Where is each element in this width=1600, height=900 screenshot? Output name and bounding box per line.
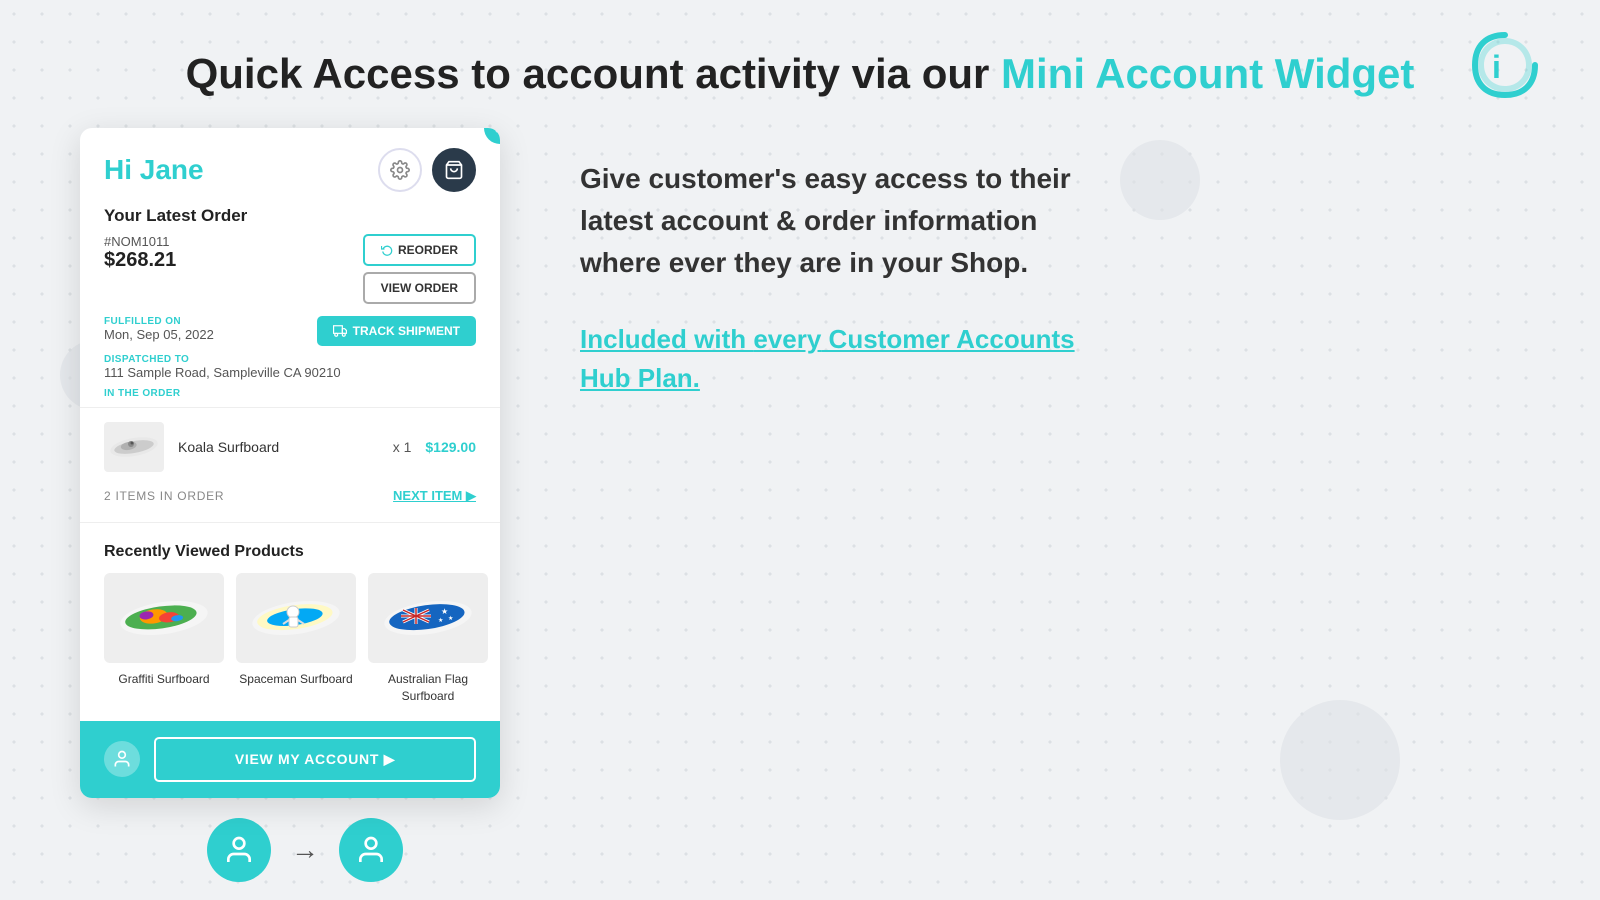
recently-viewed-title: Recently Viewed Products [104, 543, 476, 561]
product-grid: Graffiti Surfboard [104, 573, 476, 705]
product-card-aussie[interactable]: ★ ★ ★ Australian Flag Surfboard [368, 573, 488, 705]
avatar-arrow-row: → [207, 818, 403, 882]
cart-button[interactable] [432, 148, 476, 192]
header-title: Quick Access to account activity via our… [186, 50, 1415, 97]
order-amount: $268.21 [104, 249, 176, 272]
svg-text:★: ★ [441, 607, 448, 616]
recently-viewed: Recently Viewed Products [80, 529, 500, 721]
item-price: $129.00 [425, 439, 476, 455]
dispatched-label: DISPATCHED TO [104, 354, 476, 365]
header-title-accent: Mini Account Widget [1001, 50, 1414, 97]
fulfilled-date: Mon, Sep 05, 2022 [104, 327, 214, 342]
next-item-button[interactable]: NEXT ITEM ▶ [393, 488, 476, 504]
avatar-before [207, 818, 271, 882]
order-item-row: Koala Surfboard x 1 $129.00 [80, 414, 500, 480]
fulfilled-label: FULFILLED ON [104, 316, 214, 327]
aussie-surfboard-name: Australian Flag Surfboard [368, 671, 488, 705]
widget-header-icons [378, 148, 476, 192]
page-header: Quick Access to account activity via our… [0, 0, 1600, 128]
latest-order-title: Your Latest Order [80, 206, 500, 234]
right-panel: Give customer's easy access to their lat… [580, 128, 1100, 398]
widget-card: × Hi Jane [80, 128, 500, 798]
widget-greeting: Hi Jane [104, 154, 204, 186]
widget-footer: VIEW MY ACCOUNT ▶ [80, 721, 500, 798]
divider-2 [80, 522, 500, 523]
spaceman-surfboard-img [236, 573, 356, 663]
in-order-label: IN THE ORDER [104, 388, 476, 399]
svg-text:★: ★ [448, 615, 453, 622]
view-order-button[interactable]: VIEW ORDER [363, 272, 476, 304]
dispatched-address: 111 Sample Road, Sampleville CA 90210 [104, 365, 476, 380]
header-title-plain: Quick Access to account activity via our [186, 50, 1001, 97]
order-buttons: REORDER VIEW ORDER [363, 234, 476, 304]
reorder-button[interactable]: REORDER [363, 234, 476, 266]
item-qty: x 1 [393, 439, 412, 455]
aussie-surfboard-img: ★ ★ ★ [368, 573, 488, 663]
graffiti-surfboard-name: Graffiti Surfboard [118, 671, 209, 688]
view-account-button[interactable]: VIEW MY ACCOUNT ▶ [154, 737, 476, 782]
divider [80, 407, 500, 408]
widget-header: Hi Jane [80, 128, 500, 206]
product-card-spaceman[interactable]: Spaceman Surfboard [236, 573, 356, 705]
graffiti-surfboard-img [104, 573, 224, 663]
main-content: × Hi Jane [0, 128, 1600, 882]
track-shipment-button[interactable]: TRACK SHIPMENT [317, 316, 476, 346]
koala-surfboard-thumb [104, 422, 164, 472]
items-nav-row: 2 ITEMS IN ORDER NEXT ITEM ▶ [80, 480, 500, 516]
right-description: Give customer's easy access to their lat… [580, 158, 1100, 284]
footer-user-icon [104, 741, 140, 777]
svg-text:★: ★ [438, 617, 443, 624]
product-card-graffiti[interactable]: Graffiti Surfboard [104, 573, 224, 705]
settings-button[interactable] [378, 148, 422, 192]
spaceman-surfboard-name: Spaceman Surfboard [239, 671, 352, 688]
order-info: #NOM1011 $268.21 REORDER VIEW ORDER [80, 234, 500, 312]
avatar-after [339, 818, 403, 882]
fulfilled-row: FULFILLED ON Mon, Sep 05, 2022 TRACK SHI… [80, 312, 500, 348]
item-name: Koala Surfboard [178, 439, 379, 455]
items-count: 2 ITEMS IN ORDER [104, 489, 224, 503]
dispatch-row: DISPATCHED TO 111 Sample Road, Samplevil… [80, 348, 500, 382]
widget-area: × Hi Jane [80, 128, 500, 882]
in-order-row: IN THE ORDER [80, 382, 500, 401]
order-id: #NOM1011 [104, 234, 176, 249]
arrow-icon: → [291, 834, 319, 866]
right-cta: Included with every Customer Accounts Hu… [580, 320, 1100, 398]
